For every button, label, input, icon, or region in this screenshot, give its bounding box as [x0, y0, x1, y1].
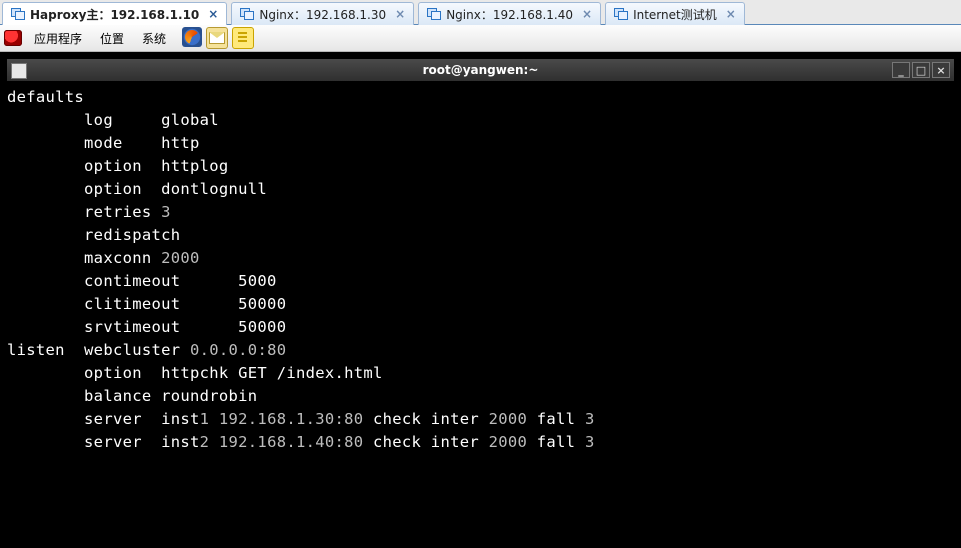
config-line: log global: [7, 109, 954, 132]
config-line: defaults: [7, 86, 954, 109]
vm-tab-nginx40[interactable]: Nginx：192.168.1.40 ×: [418, 2, 601, 25]
vm-tab-haproxy[interactable]: Haproxy主：192.168.1.10 ×: [2, 2, 227, 25]
menu-places[interactable]: 位置: [94, 28, 130, 49]
config-line: contimeout 5000: [7, 270, 954, 293]
config-line: server inst1 192.168.1.30:80 check inter…: [7, 408, 954, 431]
tab-label: Internet测试机: [633, 6, 717, 23]
vm-tab-strip: Haproxy主：192.168.1.10 × Nginx：192.168.1.…: [0, 0, 961, 25]
mail-icon[interactable]: [206, 27, 228, 49]
note-icon[interactable]: [232, 27, 254, 49]
config-line: redispatch: [7, 224, 954, 247]
window-controls: _ □ ×: [892, 62, 950, 78]
config-line: balance roundrobin: [7, 385, 954, 408]
config-line: option httplog: [7, 155, 954, 178]
maximize-button[interactable]: □: [912, 62, 930, 78]
close-icon[interactable]: ×: [395, 7, 405, 21]
close-icon[interactable]: ×: [582, 7, 592, 21]
menu-applications[interactable]: 应用程序: [28, 28, 88, 49]
config-line: maxconn 2000: [7, 247, 954, 270]
vm-tab-nginx30[interactable]: Nginx：192.168.1.30 ×: [231, 2, 414, 25]
config-line: srvtimeout 50000: [7, 316, 954, 339]
firefox-icon[interactable]: [182, 27, 202, 47]
config-line: retries 3: [7, 201, 954, 224]
tab-label: Nginx：192.168.1.40: [446, 6, 573, 23]
redhat-logo-icon[interactable]: [4, 30, 22, 46]
menu-system[interactable]: 系统: [136, 28, 172, 49]
panel-launchers: [182, 27, 254, 49]
screens-icon: [614, 8, 628, 20]
tab-label: Haproxy主：192.168.1.10: [30, 6, 199, 23]
screens-icon: [427, 8, 441, 20]
config-line: server inst2 192.168.1.40:80 check inter…: [7, 431, 954, 454]
screens-icon: [11, 8, 25, 20]
config-line: option httpchk GET /index.html: [7, 362, 954, 385]
tab-label: Nginx：192.168.1.30: [259, 6, 386, 23]
config-line: listen webcluster 0.0.0.0:80: [7, 339, 954, 362]
minimize-button[interactable]: _: [892, 62, 910, 78]
close-button[interactable]: ×: [932, 62, 950, 78]
terminal-titlebar[interactable]: root@yangwen:~ _ □ ×: [6, 58, 955, 81]
gnome-menubar: 应用程序 位置 系统: [0, 25, 961, 52]
window-menu-icon[interactable]: [11, 63, 27, 79]
vm-tab-internet[interactable]: Internet测试机 ×: [605, 2, 745, 25]
config-line: option dontlognull: [7, 178, 954, 201]
terminal-body[interactable]: defaults log global mode http option htt…: [6, 81, 955, 547]
terminal-window: root@yangwen:~ _ □ × defaults log global…: [6, 58, 955, 547]
config-line: clitimeout 50000: [7, 293, 954, 316]
screens-icon: [240, 8, 254, 20]
close-icon[interactable]: ×: [208, 7, 218, 21]
terminal-title-text: root@yangwen:~: [423, 63, 539, 77]
config-line: mode http: [7, 132, 954, 155]
close-icon[interactable]: ×: [726, 7, 736, 21]
